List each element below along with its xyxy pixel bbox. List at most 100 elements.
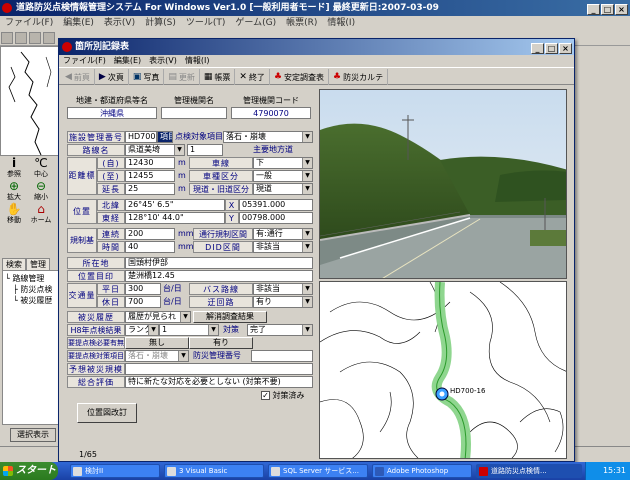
exit-button[interactable]: ✕ 終了	[235, 69, 270, 85]
lane-select[interactable]: 下	[253, 157, 313, 169]
tool-zoom-in-label: 拡大	[7, 193, 21, 201]
survey-icon: ♣	[273, 72, 283, 82]
road-class-select[interactable]: 現道	[253, 183, 313, 195]
maximize-icon[interactable]: □	[601, 4, 614, 15]
karte-button[interactable]: ♣ 防災カルテ	[329, 69, 389, 85]
bus-route-select[interactable]: 非該当	[253, 283, 313, 295]
open-icon[interactable]	[1, 32, 13, 44]
survey-sheet-button[interactable]: ♣ 安定調査表	[270, 69, 330, 85]
h8-rank-select[interactable]: ランク	[125, 324, 159, 336]
dlg-menu-file[interactable]: ファイル(F)	[59, 55, 110, 67]
tree-item[interactable]: └ 路線管理	[5, 273, 57, 284]
disaster-history-label: 被災履歴	[67, 311, 125, 323]
menu-report[interactable]: 帳票(R)	[281, 16, 322, 30]
x-field[interactable]: 05391.000	[239, 199, 313, 211]
close-icon[interactable]: ×	[559, 43, 572, 54]
layer-icon[interactable]	[43, 32, 55, 44]
reg-section-select[interactable]: 有:通行	[253, 228, 313, 240]
menu-view[interactable]: 表示(V)	[99, 16, 140, 30]
report-label: 帳票	[214, 72, 231, 82]
measure-select[interactable]: 完了	[247, 324, 313, 336]
update-button[interactable]: ▤ 更新	[164, 69, 200, 85]
time-field[interactable]: 40	[125, 241, 175, 253]
minimize-icon[interactable]: _	[531, 43, 544, 54]
menu-game[interactable]: ゲーム(G)	[230, 16, 281, 30]
y-field[interactable]: 00798.000	[239, 212, 313, 224]
latitude-field[interactable]: 26°45' 6.5"	[125, 199, 225, 211]
tree-item[interactable]: └ 被災履歴	[5, 295, 57, 306]
dist-to-field[interactable]: 12455	[125, 170, 175, 182]
dlg-menu-info[interactable]: 情報(I)	[181, 55, 214, 67]
facility-sub-field[interactable]: 項目	[157, 131, 173, 143]
position-map-button[interactable]: 位置図改訂	[77, 403, 137, 423]
length-field[interactable]: 25	[125, 183, 175, 195]
record-form: 地建・都道府県等名 管理機関名 管理機関コード 沖縄県 4790070 施設管理…	[61, 89, 317, 459]
dlg-menu-view[interactable]: 表示(V)	[145, 55, 181, 67]
tool-home[interactable]: ⌂ ホーム	[28, 203, 54, 225]
print-icon[interactable]	[15, 32, 27, 44]
menu-calc[interactable]: 計算(S)	[140, 16, 181, 30]
tool-zoom-out[interactable]: ⊖ 縮小	[28, 180, 54, 202]
menu-info[interactable]: 情報(I)	[322, 16, 360, 30]
tool-info[interactable]: i 参照	[1, 157, 27, 179]
overall-eval-field[interactable]: 特に新たな対応を必要としない (対策不要)	[125, 376, 313, 388]
prevent-no-field[interactable]	[251, 350, 313, 362]
taskbar-item[interactable]: SQL Server サービス...	[268, 464, 368, 478]
facility-no-field[interactable]: HD700	[125, 131, 157, 143]
longitude-field[interactable]: 128°10' 44.0"	[125, 212, 225, 224]
report-button[interactable]: ▦ 帳票	[200, 69, 236, 85]
need-yes-button[interactable]: 有り	[189, 337, 253, 349]
select-display-button[interactable]: 選択表示	[10, 428, 56, 442]
vehicle-type-select[interactable]: 一般	[253, 170, 313, 182]
pan-icon: ✋	[6, 202, 22, 216]
location-map[interactable]: HD700-16	[319, 281, 567, 459]
location-field[interactable]: 国頭村伊部	[125, 257, 313, 269]
next-page-button[interactable]: ▶ 次頁	[95, 69, 129, 85]
dialog-toolbar: ◀ 前頁 ▶ 次頁 ▣ 写真 ▤ 更新 ▦ 帳票 ✕ 終了 ♣ 安定調査表 ♣ 防災カルテ	[59, 67, 574, 85]
close-icon[interactable]: ×	[615, 4, 628, 15]
taskbar-item-label: 3 Visual Basic	[179, 467, 228, 475]
detour-select[interactable]: 有り	[253, 296, 313, 308]
taskbar-item[interactable]: 検討II	[70, 464, 160, 478]
taskbar-item-label: SQL Server サービス...	[283, 467, 359, 475]
tool-center[interactable]: ℃ 中心	[28, 157, 54, 179]
measure-done-checkbox[interactable]: ✓ 対策済み	[261, 390, 305, 402]
overview-map[interactable]	[0, 46, 64, 156]
distance-marker-label: 距離標	[67, 157, 97, 195]
did-select[interactable]: 非該当	[253, 241, 313, 253]
taskbar-item[interactable]: 3 Visual Basic	[164, 464, 264, 478]
tree-item[interactable]: ├ 防災点検	[5, 284, 57, 295]
prevent-item-select[interactable]: 落石・崩壊	[125, 350, 189, 362]
main-title-bar[interactable]: 道路防災点検情報管理システム For Windows Ver1.0 [一般利用者…	[0, 0, 630, 16]
forecast-scale-field[interactable]	[125, 363, 313, 375]
start-button[interactable]: スタート	[0, 462, 58, 480]
save-icon[interactable]	[29, 32, 41, 44]
tool-zoom-in[interactable]: ⊕ 拡大	[1, 180, 27, 202]
photo-button[interactable]: ▣ 写真	[129, 69, 165, 85]
clock[interactable]: 15:31	[603, 466, 626, 475]
tool-pan[interactable]: ✋ 移動	[1, 203, 27, 225]
menu-file[interactable]: ファイル(F)	[0, 16, 58, 30]
need-none-button[interactable]: 無し	[125, 337, 189, 349]
menu-edit[interactable]: 編集(E)	[58, 16, 99, 30]
survey-sheet-label: 安定調査表	[284, 72, 325, 82]
taskbar-item-active[interactable]: 道路防災点検情...	[476, 464, 582, 478]
route-number-field[interactable]: 1	[187, 144, 223, 156]
disaster-history-select[interactable]: 履歴が見られ	[125, 311, 191, 323]
minimize-icon[interactable]: _	[587, 4, 600, 15]
maximize-icon[interactable]: □	[545, 43, 558, 54]
place-mark-field[interactable]: 楚洲橋12.45	[125, 270, 313, 282]
dlg-menu-edit[interactable]: 編集(E)	[110, 55, 145, 67]
prev-page-button[interactable]: ◀ 前頁	[61, 69, 95, 85]
holiday-field[interactable]: 700	[125, 296, 161, 308]
h8-rank-number-select[interactable]: 1	[159, 324, 219, 336]
dist-from-field[interactable]: 12430	[125, 157, 175, 169]
weekday-field[interactable]: 300	[125, 283, 161, 295]
dialog-title-bar[interactable]: 箇所別記録表 _ □ ×	[59, 39, 574, 55]
rain-field[interactable]: 200	[125, 228, 175, 240]
menu-tool[interactable]: ツール(T)	[181, 16, 231, 30]
route-select[interactable]: 県道美埼	[125, 144, 185, 156]
target-item-select[interactable]: 落石・崩壊	[223, 131, 313, 143]
disaster-result-button[interactable]: 解消調査結果	[193, 311, 267, 323]
taskbar-item[interactable]: Adobe Photoshop	[372, 464, 472, 478]
